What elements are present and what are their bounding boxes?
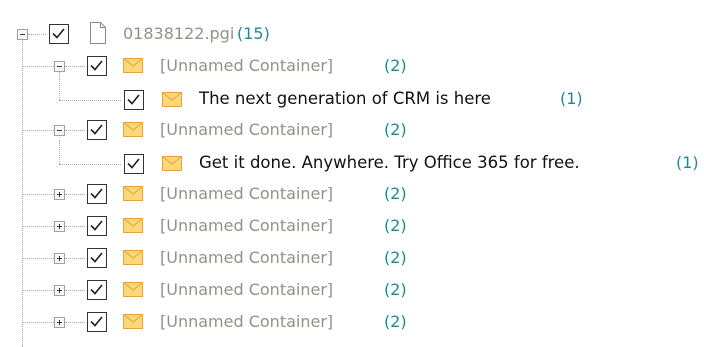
tree-view: { "tree": { "root": {"label": "01838122.…: [0, 0, 704, 347]
tree-guide-line: [28, 34, 46, 35]
envelope-icon: [123, 282, 143, 297]
item-count: (2): [384, 312, 407, 331]
item-count: (15): [237, 24, 270, 43]
tree-guide-line: [23, 322, 54, 323]
tree-guide-line: [65, 258, 85, 259]
expand-toggle[interactable]: [54, 253, 65, 264]
tree-node-container[interactable]: [Unnamed Container] (2): [0, 178, 704, 214]
item-count: (1): [560, 89, 583, 108]
tree-guide-line: [65, 290, 85, 291]
item-count: (2): [384, 56, 407, 75]
tree-guide-line: [23, 290, 54, 291]
collapse-toggle[interactable]: [17, 29, 28, 40]
tree-guide-line: [23, 258, 54, 259]
checkbox[interactable]: [87, 120, 107, 140]
checkbox[interactable]: [87, 248, 107, 268]
node-label: [Unnamed Container]: [160, 280, 334, 299]
expand-toggle[interactable]: [54, 221, 65, 232]
checkbox[interactable]: [87, 280, 107, 300]
expand-toggle[interactable]: [54, 189, 65, 200]
envelope-icon: [123, 122, 143, 137]
node-label: [Unnamed Container]: [160, 248, 334, 267]
tree-node-container[interactable]: [Unnamed Container] (2): [0, 242, 704, 278]
item-count: (2): [384, 120, 407, 139]
node-label: [Unnamed Container]: [160, 56, 334, 75]
checkbox[interactable]: [87, 216, 107, 236]
node-label: [Unnamed Container]: [160, 184, 334, 203]
tree-guide-line: [65, 226, 85, 227]
file-icon: [90, 22, 106, 44]
collapse-toggle[interactable]: [54, 125, 65, 136]
tree-guide-line: [23, 130, 54, 131]
tree-node-container[interactable]: [Unnamed Container] (2): [0, 210, 704, 246]
tree-node-container[interactable]: [Unnamed Container] (2): [0, 114, 704, 150]
checkbox[interactable]: [87, 184, 107, 204]
envelope-icon: [162, 156, 182, 171]
envelope-icon: [123, 58, 143, 73]
tree-node-message[interactable]: The next generation of CRM is here (1): [0, 82, 704, 118]
envelope-icon: [123, 218, 143, 233]
collapse-toggle[interactable]: [54, 61, 65, 72]
checkbox[interactable]: [49, 24, 69, 44]
item-count: (2): [384, 184, 407, 203]
tree-guide-line: [23, 226, 54, 227]
tree-guide-line: [65, 130, 85, 131]
checkbox[interactable]: [87, 312, 107, 332]
item-count: (1): [676, 153, 699, 172]
tree-guide-line: [65, 322, 85, 323]
tree-node-container[interactable]: [Unnamed Container] (2): [0, 274, 704, 310]
tree-node-message[interactable]: Get it done. Anywhere. Try Office 365 fo…: [0, 146, 704, 182]
item-count: (2): [384, 216, 407, 235]
node-label: [Unnamed Container]: [160, 120, 334, 139]
checkbox[interactable]: [124, 154, 144, 174]
tree-guide-line: [65, 66, 85, 67]
expand-toggle[interactable]: [54, 317, 65, 328]
envelope-icon: [123, 314, 143, 329]
item-count: (2): [384, 248, 407, 267]
tree-node-container[interactable]: [Unnamed Container] (2): [0, 50, 704, 86]
tree-node-container[interactable]: [Unnamed Container] (2): [0, 306, 704, 342]
node-label: The next generation of CRM is here: [199, 89, 491, 108]
tree-node-root[interactable]: 01838122.pgi (15): [0, 18, 704, 54]
node-label: [Unnamed Container]: [160, 216, 334, 235]
envelope-icon: [162, 92, 182, 107]
expand-toggle[interactable]: [54, 285, 65, 296]
envelope-icon: [123, 250, 143, 265]
checkbox[interactable]: [124, 90, 144, 110]
tree-guide-line: [23, 194, 54, 195]
item-count: (2): [384, 280, 407, 299]
node-label: Get it done. Anywhere. Try Office 365 fo…: [199, 153, 580, 172]
envelope-icon: [123, 186, 143, 201]
node-label: [Unnamed Container]: [160, 312, 334, 331]
tree-guide-line: [65, 194, 85, 195]
node-label: 01838122.pgi: [123, 24, 235, 43]
tree-guide-line: [23, 66, 54, 67]
checkbox[interactable]: [87, 56, 107, 76]
